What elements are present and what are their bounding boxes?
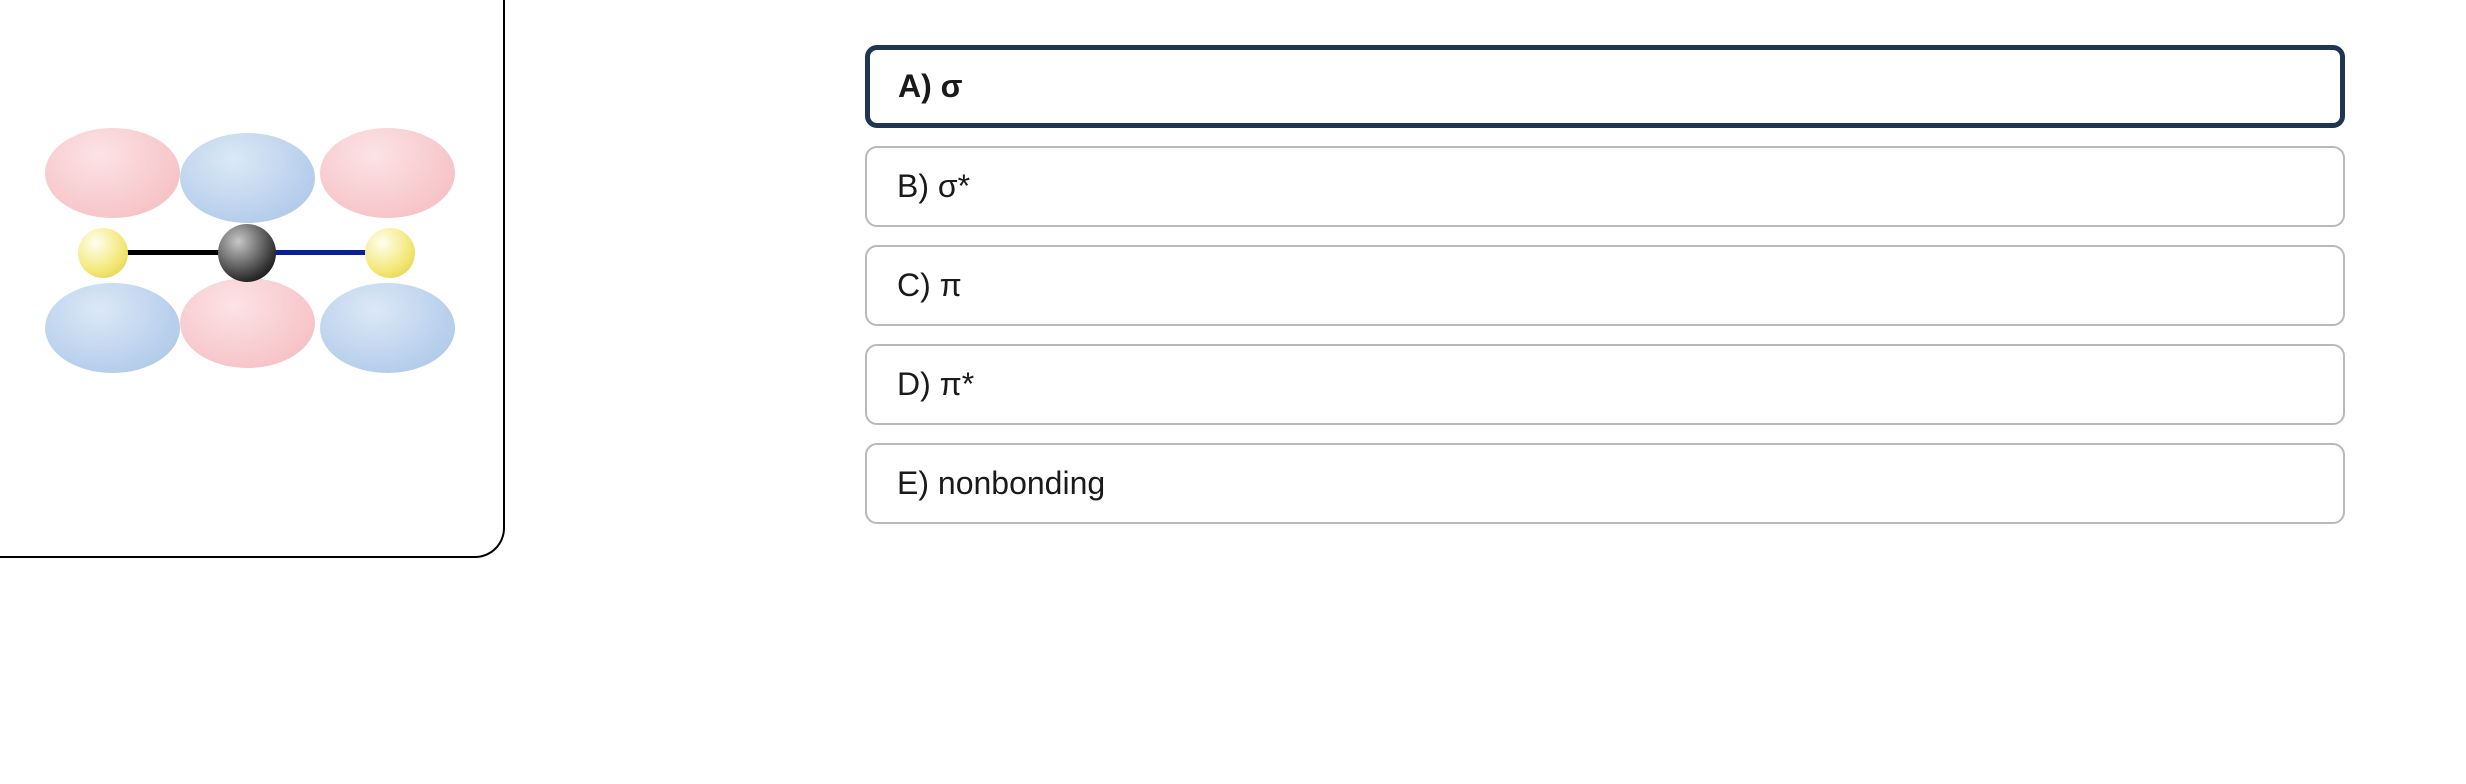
choice-a[interactable]: A) σ bbox=[865, 45, 2345, 128]
atom-center bbox=[218, 224, 276, 282]
choice-d[interactable]: D) π* bbox=[865, 344, 2345, 425]
orbital-lobe-top-center bbox=[180, 133, 315, 223]
orbital-lobe-top-left bbox=[45, 128, 180, 218]
choice-c[interactable]: C) π bbox=[865, 245, 2345, 326]
answer-choices-panel: A) σ B) σ* C) π D) π* E) nonbonding bbox=[865, 45, 2345, 542]
orbital-lobe-bottom-right bbox=[320, 283, 455, 373]
choice-c-label: C) π bbox=[897, 267, 962, 303]
choice-b[interactable]: B) σ* bbox=[865, 146, 2345, 227]
choice-d-label: D) π* bbox=[897, 366, 974, 402]
orbital-diagram bbox=[40, 128, 460, 408]
main-container: A) σ B) σ* C) π D) π* E) nonbonding bbox=[0, 0, 2466, 784]
atom-left bbox=[78, 228, 128, 278]
orbital-lobe-bottom-left bbox=[45, 283, 180, 373]
orbital-lobe-bottom-center bbox=[180, 278, 315, 368]
orbital-image-panel bbox=[0, 0, 505, 558]
orbital-lobe-top-right bbox=[320, 128, 455, 218]
choice-b-label: B) σ* bbox=[897, 168, 970, 204]
choice-e[interactable]: E) nonbonding bbox=[865, 443, 2345, 524]
choice-e-label: E) nonbonding bbox=[897, 465, 1105, 501]
atom-right bbox=[365, 228, 415, 278]
choice-a-label: A) σ bbox=[898, 68, 963, 104]
